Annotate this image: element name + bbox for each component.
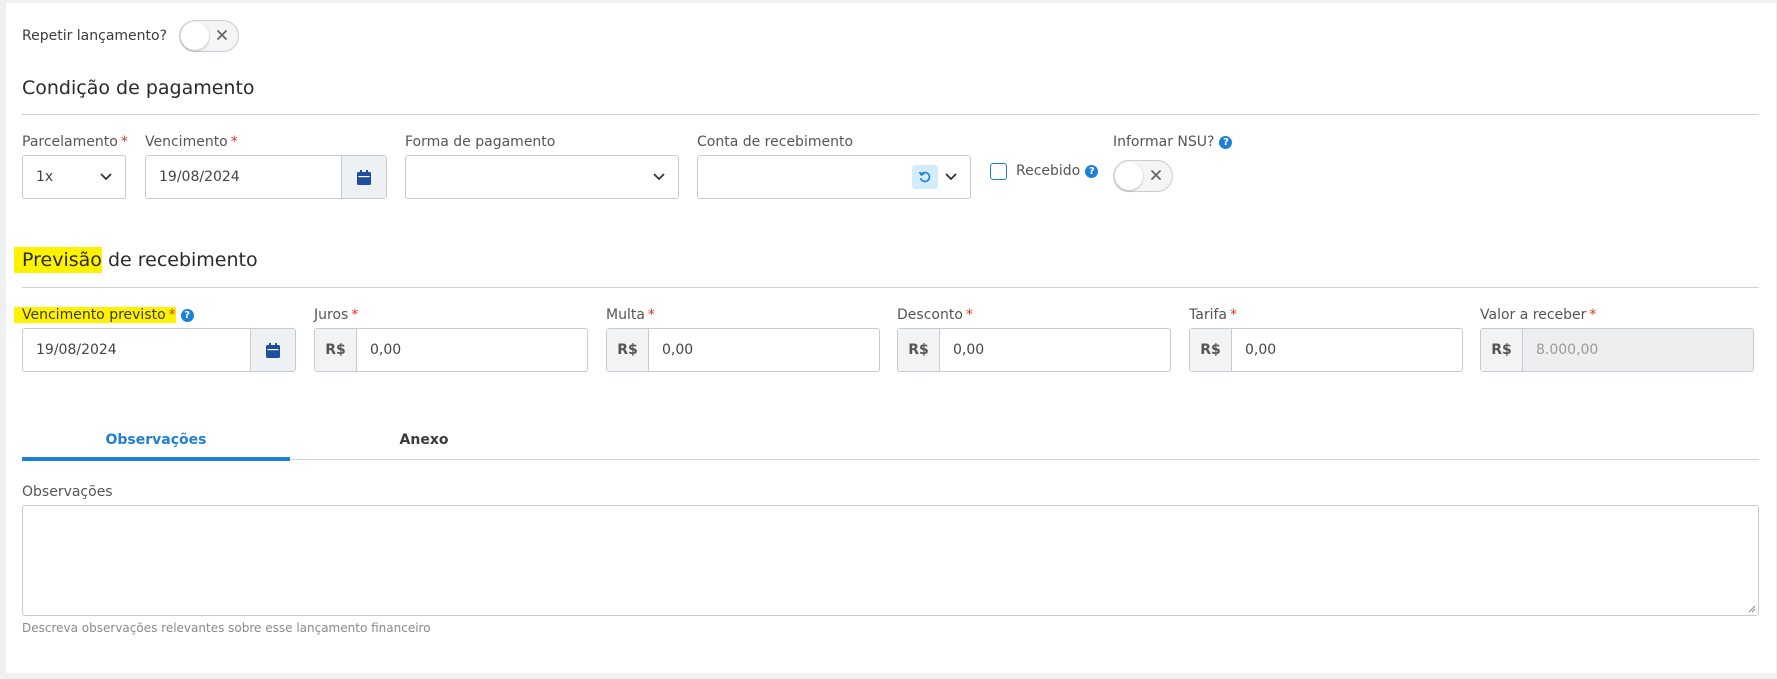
forecast-section-title: Previsão de recebimento xyxy=(14,247,258,273)
installments-value: 1x xyxy=(36,169,54,185)
resize-handle-icon[interactable] xyxy=(1747,604,1756,613)
form-panel: Repetir lançamento? Condição de pagament… xyxy=(6,3,1776,673)
discount-field[interactable]: R$ 0,00 xyxy=(897,328,1171,372)
repeat-toggle[interactable] xyxy=(179,20,239,52)
notes-hint: Descreva observações relevantes sobre es… xyxy=(22,621,431,635)
installments-label: Parcelamento * xyxy=(22,134,128,150)
tab-anexo[interactable]: Anexo xyxy=(290,432,558,448)
discount-value: 0,00 xyxy=(953,342,985,358)
chevron-down-icon xyxy=(100,173,112,181)
payment-method-label: Forma de pagamento xyxy=(405,134,556,150)
active-tab-indicator xyxy=(22,457,290,461)
expected-due-field[interactable]: 19/08/2024 xyxy=(22,328,296,372)
calendar-icon xyxy=(266,342,280,358)
help-icon[interactable]: ? xyxy=(1085,164,1099,178)
due-date-label: Vencimento * xyxy=(145,134,238,150)
refresh-icon xyxy=(918,171,931,183)
nsu-toggle[interactable] xyxy=(1113,160,1173,192)
receiving-account-select[interactable] xyxy=(697,155,971,199)
interest-value: 0,00 xyxy=(370,342,402,358)
fine-label: Multa * xyxy=(606,307,655,323)
expected-due-label: Vencimento previsto *? xyxy=(14,307,194,323)
currency-prefix: R$ xyxy=(898,329,940,371)
receiving-account-label: Conta de recebimento xyxy=(697,134,854,150)
notes-textarea[interactable] xyxy=(22,505,1759,616)
chevron-down-icon xyxy=(945,173,957,181)
help-icon[interactable]: ? xyxy=(1219,135,1233,149)
currency-prefix: R$ xyxy=(1481,329,1523,371)
amount-value: 8.000,00 xyxy=(1536,342,1599,358)
currency-prefix: R$ xyxy=(315,329,357,371)
nsu-label: Informar NSU?? xyxy=(1113,134,1233,150)
fee-value: 0,00 xyxy=(1245,342,1277,358)
highlighted-text: Previsão xyxy=(14,247,102,273)
close-icon xyxy=(1151,170,1161,180)
calendar-icon xyxy=(357,169,371,185)
interest-field[interactable]: R$ 0,00 xyxy=(314,328,588,372)
tab-observacoes[interactable]: Observações xyxy=(22,432,290,448)
help-icon[interactable]: ? xyxy=(180,308,194,322)
notes-label: Observações xyxy=(22,484,113,500)
expected-due-calendar-button[interactable] xyxy=(250,329,295,371)
due-date-calendar-button[interactable] xyxy=(341,156,386,198)
close-icon xyxy=(217,30,227,40)
fine-value: 0,00 xyxy=(662,342,694,358)
received-label: Recebido? xyxy=(1016,163,1099,179)
fine-field[interactable]: R$ 0,00 xyxy=(606,328,880,372)
fee-field[interactable]: R$ 0,00 xyxy=(1189,328,1463,372)
toggle-knob xyxy=(1115,162,1143,190)
repeat-label: Repetir lançamento? xyxy=(22,28,168,44)
amount-label: Valor a receber * xyxy=(1480,307,1597,323)
amount-field: R$ 8.000,00 xyxy=(1480,328,1754,372)
installments-select[interactable]: 1x xyxy=(22,155,126,199)
divider xyxy=(22,114,1759,115)
chevron-down-icon xyxy=(653,173,665,181)
divider xyxy=(22,287,1759,288)
currency-prefix: R$ xyxy=(607,329,649,371)
payment-section-title: Condição de pagamento xyxy=(22,77,255,99)
currency-prefix: R$ xyxy=(1190,329,1232,371)
toggle-knob xyxy=(181,22,209,50)
fee-label: Tarifa * xyxy=(1189,307,1237,323)
refresh-button[interactable] xyxy=(912,165,938,189)
payment-method-select[interactable] xyxy=(405,155,679,199)
interest-label: Juros * xyxy=(314,307,359,323)
received-checkbox[interactable] xyxy=(990,163,1007,180)
expected-due-value: 19/08/2024 xyxy=(36,342,117,358)
due-date-value: 19/08/2024 xyxy=(159,169,240,185)
due-date-field[interactable]: 19/08/2024 xyxy=(145,155,387,199)
discount-label: Desconto * xyxy=(897,307,973,323)
